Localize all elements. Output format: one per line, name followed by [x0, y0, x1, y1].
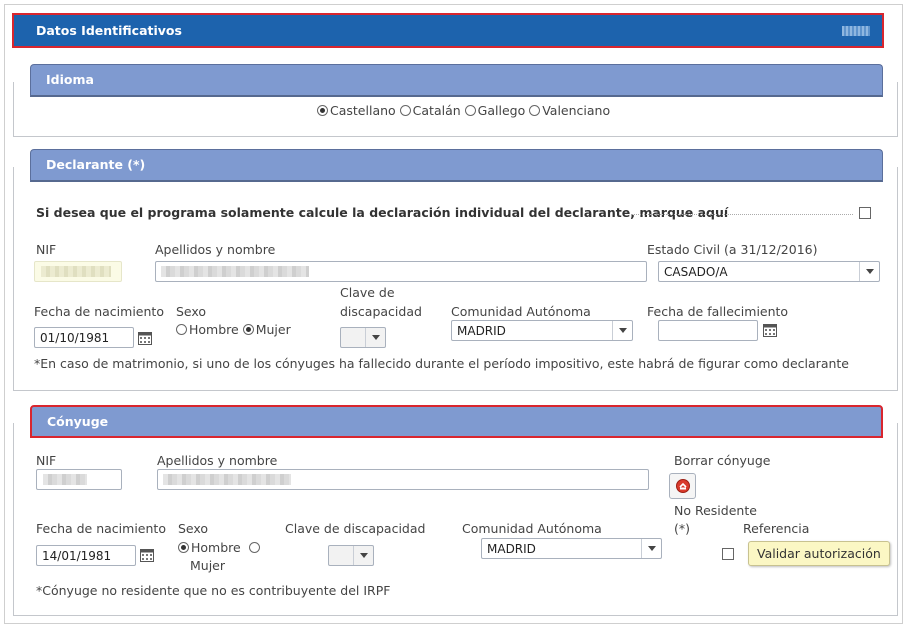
fallecimiento-label: Fecha de fallecimiento	[647, 304, 789, 319]
estado-civil-label: Estado Civil (a 31/12/2016)	[647, 242, 818, 257]
declarante-title: Declarante (*)	[46, 157, 146, 172]
nif-label: NIF	[36, 242, 57, 257]
no-residente-label-1: No Residente	[674, 503, 757, 518]
conyuge-header[interactable]: Cónyuge	[30, 405, 883, 438]
sexo-label: Sexo	[176, 304, 207, 319]
conyuge-nombre-label: Apellidos y nombre	[157, 453, 278, 468]
chevron-down-icon[interactable]	[353, 546, 373, 565]
nombre-label: Apellidos y nombre	[155, 242, 276, 257]
chevron-down-icon[interactable]	[612, 321, 632, 340]
no-residente-checkbox[interactable]	[722, 548, 734, 560]
declarante-header[interactable]: Declarante (*)	[30, 149, 883, 182]
radio-mujer[interactable]	[242, 324, 254, 335]
calendar-icon[interactable]	[139, 547, 155, 563]
radio-gallego[interactable]	[464, 105, 476, 116]
conyuge-comunidad-select[interactable]: MADRID	[481, 538, 662, 559]
chevron-down-icon[interactable]	[859, 262, 879, 281]
radio-conyuge-hombre[interactable]	[178, 542, 189, 553]
declarante-note: *En caso de matrimonio, si uno de los có…	[34, 356, 849, 371]
conyuge-sexo-mujer-label: Mujer	[190, 558, 226, 573]
conyuge-nombre-input[interactable]	[157, 469, 649, 490]
estado-civil-value: CASADO/A	[664, 265, 728, 279]
conyuge-comunidad-label: Comunidad Autónoma	[462, 521, 602, 536]
individual-text: Si desea que el programa solamente calcu…	[36, 205, 729, 220]
discapacidad-select[interactable]	[340, 327, 386, 348]
borrar-conyuge-button[interactable]	[669, 473, 696, 499]
conyuge-discapacidad-select[interactable]	[328, 545, 374, 566]
chevron-down-icon[interactable]	[641, 539, 661, 558]
sexo-hombre-option[interactable]: Hombre	[176, 322, 239, 337]
conyuge-nif-input[interactable]	[36, 469, 122, 490]
delete-spouse-icon	[675, 479, 690, 493]
estado-civil-select[interactable]: CASADO/A	[658, 261, 880, 282]
radio-valenciano[interactable]	[529, 105, 541, 116]
radio-hombre[interactable]	[176, 324, 187, 335]
radio-catalan[interactable]	[399, 105, 411, 116]
nif-input[interactable]	[34, 261, 122, 282]
calendar-icon[interactable]	[762, 322, 778, 338]
collapse-icon[interactable]	[842, 26, 870, 36]
main-title: Datos Identificativos	[36, 23, 182, 38]
idioma-option-castellano[interactable]: Castellano	[317, 103, 396, 118]
conyuge-fecha-nac-input[interactable]: 14/01/1981	[36, 545, 136, 566]
idioma-header[interactable]: Idioma	[30, 64, 883, 97]
conyuge-sexo-hombre-option[interactable]: Hombre	[178, 540, 262, 555]
fallecimiento-input[interactable]	[658, 320, 758, 341]
idioma-option-gallego[interactable]: Gallego	[464, 103, 525, 118]
fecha-nac-label: Fecha de nacimiento	[34, 304, 164, 319]
conyuge-title: Cónyuge	[47, 414, 109, 429]
radio-conyuge-mujer[interactable]	[248, 542, 260, 553]
comunidad-select[interactable]: MADRID	[451, 320, 633, 341]
referencia-label: Referencia	[743, 521, 810, 536]
sexo-mujer-option[interactable]: Mujer	[242, 322, 291, 337]
sexo-options: Hombre Mujer	[176, 322, 291, 337]
discapacidad-label-2: discapacidad	[340, 304, 422, 319]
idioma-option-catalan[interactable]: Catalán	[399, 103, 461, 118]
fecha-nac-input[interactable]: 01/10/1981	[34, 327, 134, 348]
dotted-leader	[631, 214, 853, 215]
nombre-input[interactable]	[155, 261, 647, 282]
main-header[interactable]: Datos Identificativos	[12, 13, 884, 48]
idioma-options: Castellano Catalán Gallego Valenciano	[317, 103, 610, 118]
conyuge-note: *Cónyuge no residente que no es contribu…	[36, 583, 391, 598]
conyuge-nif-label: NIF	[36, 453, 57, 468]
idioma-option-valenciano[interactable]: Valenciano	[529, 103, 610, 118]
idioma-title: Idioma	[46, 72, 94, 87]
no-residente-label-2: (*)	[674, 521, 691, 536]
conyuge-discapacidad-label: Clave de discapacidad	[285, 521, 426, 536]
borrar-conyuge-label: Borrar cónyuge	[674, 453, 771, 468]
conyuge-sexo-label: Sexo	[178, 521, 209, 536]
comunidad-label: Comunidad Autónoma	[451, 304, 591, 319]
discapacidad-label-1: Clave de	[340, 285, 395, 300]
chevron-down-icon[interactable]	[365, 328, 385, 347]
conyuge-fecha-nac-label: Fecha de nacimiento	[36, 521, 166, 536]
calendar-icon[interactable]	[137, 330, 153, 346]
validar-autorizacion-tooltip[interactable]: Validar autorización	[748, 541, 890, 566]
individual-checkbox[interactable]	[859, 207, 871, 219]
radio-castellano[interactable]	[317, 105, 328, 116]
